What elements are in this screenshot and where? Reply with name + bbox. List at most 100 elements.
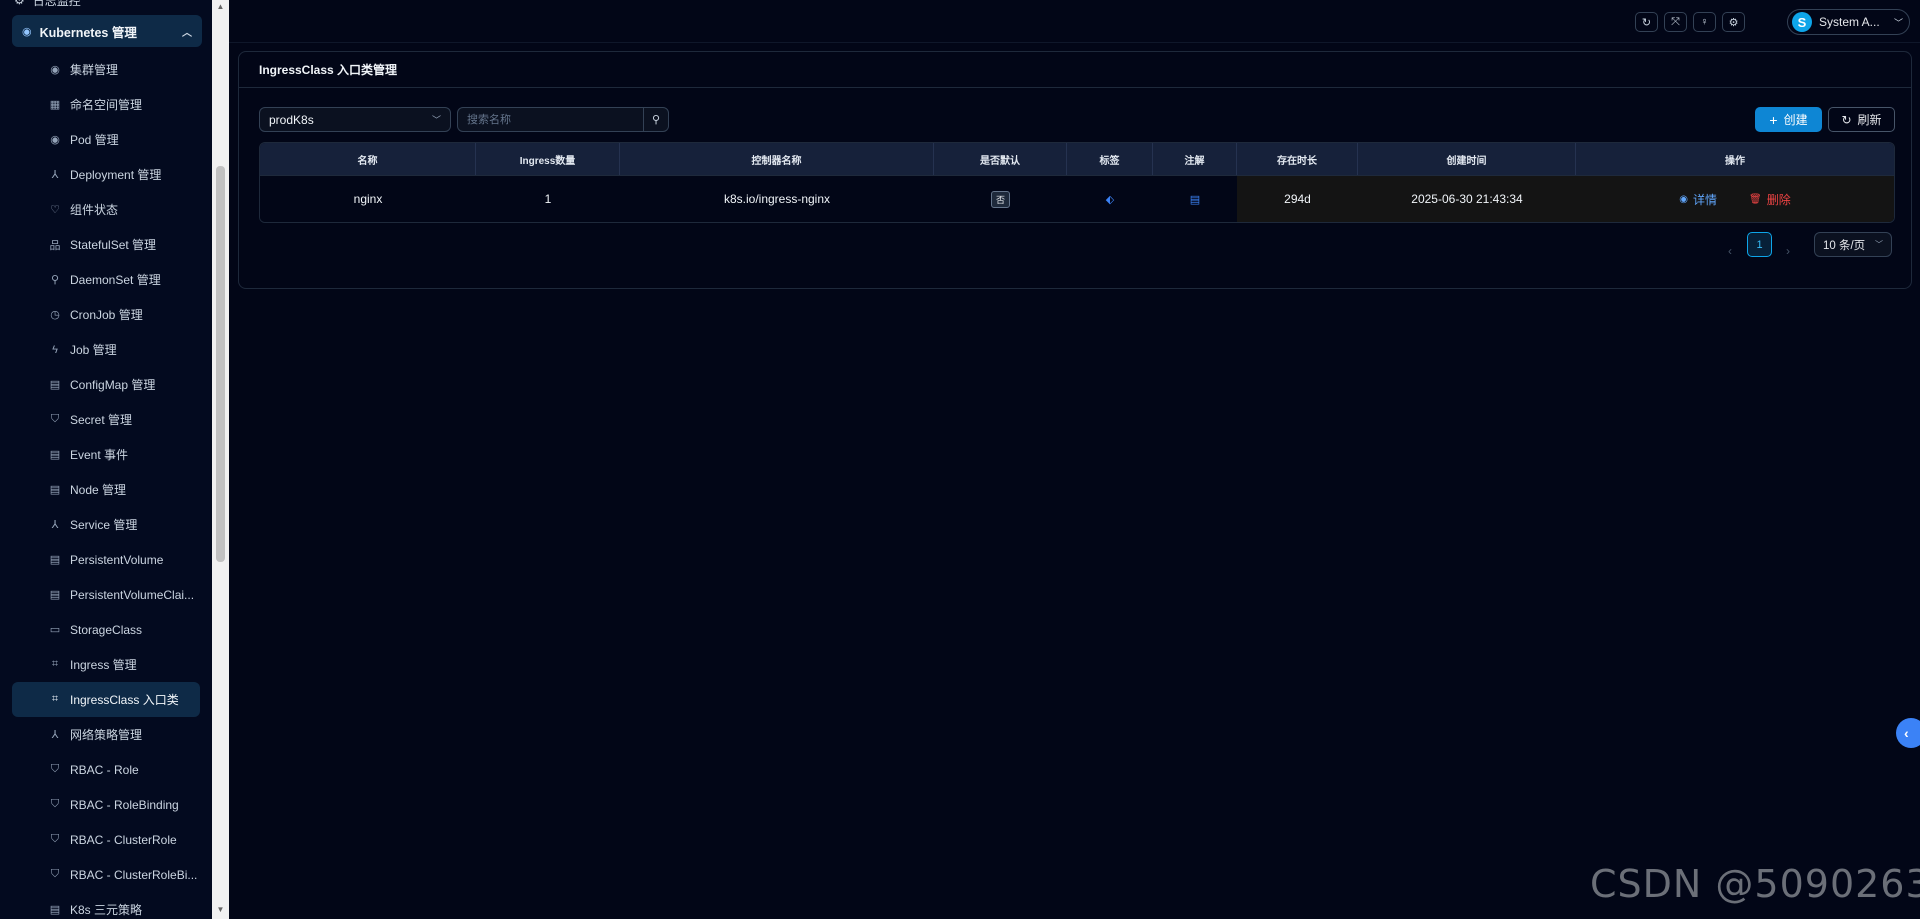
scroll-down-arrow-icon[interactable]: ▼ bbox=[216, 905, 225, 914]
page-number[interactable]: 1 bbox=[1747, 232, 1772, 257]
policy-icon: ▤ bbox=[49, 904, 61, 916]
sidebar-item-namespace[interactable]: ▦ 命名空间管理 bbox=[12, 87, 200, 122]
sidebar-item-secret[interactable]: ⛉ Secret 管理 bbox=[12, 402, 200, 437]
node-icon: ▤ bbox=[49, 484, 61, 496]
shield-icon: ⛉ bbox=[50, 868, 60, 880]
search-box: ⚲ bbox=[457, 107, 669, 132]
detail-label: 详情 bbox=[1693, 192, 1718, 207]
fullscreen-icon[interactable]: ⤧ bbox=[1664, 12, 1687, 32]
column-header[interactable]: 注解 bbox=[1153, 143, 1237, 175]
refresh-label: 刷新 bbox=[1857, 113, 1882, 127]
watermark: CSDN @50902636 bbox=[1590, 862, 1920, 906]
sidebar-item-ingress[interactable]: ⌗ Ingress 管理 bbox=[12, 647, 200, 682]
cluster-select[interactable]: prodK8s ﹀ bbox=[259, 107, 451, 132]
sidebar-scrollbar[interactable]: ▲ ▼ bbox=[212, 0, 229, 919]
sidebar-item-partial[interactable]: ⚙ 日志监控 bbox=[14, 0, 81, 8]
document-icon[interactable]: ▤ bbox=[1190, 193, 1200, 206]
sidebar-item-rbac-rolebinding[interactable]: ⛉ RBAC - RoleBinding bbox=[12, 787, 200, 822]
search-icon[interactable]: ⚲ bbox=[643, 108, 668, 131]
sidebar-item-component-status[interactable]: ♡ 组件状态 bbox=[12, 192, 200, 227]
cell-labels: ⬖ bbox=[1067, 176, 1153, 222]
sidebar-group-label: Kubernetes 管理 bbox=[39, 25, 137, 40]
sidebar-item-job[interactable]: ϟ Job 管理 bbox=[12, 332, 200, 367]
create-button[interactable]: + 创建 bbox=[1755, 107, 1822, 132]
sidebar-item-event[interactable]: ▤ Event 事件 bbox=[12, 437, 200, 472]
sidebar-item-cronjob[interactable]: ◷ CronJob 管理 bbox=[12, 297, 200, 332]
sidebar-item-label: RBAC - ClusterRole bbox=[70, 832, 177, 847]
default-badge: 否 bbox=[990, 190, 1010, 208]
next-page-icon[interactable]: › bbox=[1780, 241, 1796, 261]
page-size-select[interactable]: 10 条/页 ﹀ bbox=[1814, 232, 1892, 257]
column-header[interactable]: 名称 bbox=[260, 143, 476, 175]
scrollbar-thumb[interactable] bbox=[216, 166, 225, 562]
ingressclass-card: IngressClass 入口类管理 prodK8s ﹀ ⚲ + 创建 ↻ 刷新… bbox=[238, 51, 1912, 289]
table-header: 名称 Ingress数量 控制器名称 是否默认 标签 注解 存在时长 创建时间 … bbox=[260, 143, 1894, 175]
user-menu[interactable]: S System A... ﹀ bbox=[1787, 9, 1910, 35]
sidebar-item-rbac-role[interactable]: ⛉ RBAC - Role bbox=[12, 752, 200, 787]
search-input[interactable] bbox=[458, 108, 643, 131]
sidebar-item-rbac-clusterrole[interactable]: ⛉ RBAC - ClusterRole bbox=[12, 822, 200, 857]
collapse-panel-button[interactable]: ‹ bbox=[1896, 718, 1920, 748]
sidebar-item-node[interactable]: ▤ Node 管理 bbox=[12, 472, 200, 507]
sidebar-item-label: DaemonSet 管理 bbox=[70, 273, 161, 287]
chevron-down-icon: ﹀ bbox=[1893, 17, 1903, 28]
column-header[interactable]: 是否默认 bbox=[934, 143, 1067, 175]
column-header[interactable]: Ingress数量 bbox=[476, 143, 620, 175]
tag-icon[interactable]: ⬖ bbox=[1106, 193, 1114, 206]
monitor-icon: ⚙ bbox=[14, 0, 25, 7]
sidebar-item-cluster[interactable]: ◉ 集群管理 bbox=[12, 52, 200, 87]
network-icon: ⅄ bbox=[51, 729, 59, 741]
sidebar-item-label: RBAC - ClusterRoleBi... bbox=[70, 867, 198, 882]
chevron-left-icon: ‹ bbox=[1904, 725, 1909, 741]
prev-page-icon[interactable]: ‹ bbox=[1722, 241, 1738, 261]
delete-label: 删除 bbox=[1766, 192, 1791, 207]
bulb-icon[interactable]: ♀ bbox=[1693, 12, 1716, 32]
refresh-icon[interactable]: ↻ bbox=[1635, 12, 1658, 32]
sidebar-item-networkpolicy[interactable]: ⅄ 网络策略管理 bbox=[12, 717, 200, 752]
sidebar-item-persistentvolumeclaim[interactable]: ▤ PersistentVolumeClai... bbox=[12, 577, 200, 612]
volume-claim-icon: ▤ bbox=[49, 589, 61, 601]
file-icon: ▤ bbox=[49, 379, 61, 391]
sidebar-item-k8s-policy[interactable]: ▤ K8s 三元策略 bbox=[12, 892, 200, 919]
sidebar-item-pod[interactable]: ◉ Pod 管理 bbox=[12, 122, 200, 157]
column-header[interactable]: 标签 bbox=[1067, 143, 1153, 175]
sidebar-item-rbac-clusterrolebinding[interactable]: ⛉ RBAC - ClusterRoleBi... bbox=[12, 857, 200, 892]
settings-icon[interactable]: ⚙ bbox=[1722, 12, 1745, 32]
lightning-icon: ϟ bbox=[52, 343, 58, 356]
detail-button[interactable]: ◉ 详情 bbox=[1679, 191, 1717, 208]
column-header[interactable]: 创建时间 bbox=[1358, 143, 1576, 175]
sidebar-group-kubernetes[interactable]: ◉ Kubernetes 管理 ︿ bbox=[12, 15, 202, 47]
sidebar-item-ingressclass[interactable]: ⌗ IngressClass 入口类 bbox=[12, 682, 200, 717]
sidebar-item-label: 集群管理 bbox=[70, 63, 119, 77]
sidebar-item-daemonset[interactable]: ⚲ DaemonSet 管理 bbox=[12, 262, 200, 297]
sidebar-item-storageclass[interactable]: ▭ StorageClass bbox=[12, 612, 200, 647]
sidebar-item-label: 日志监控 bbox=[32, 0, 81, 8]
sidebar-item-service[interactable]: ⅄ Service 管理 bbox=[12, 507, 200, 542]
refresh-button[interactable]: ↻ 刷新 bbox=[1828, 107, 1895, 132]
deployment-icon: ⅄ bbox=[51, 169, 59, 181]
ingress-icon: ⌗ bbox=[51, 658, 59, 670]
cell-ingress-count: 1 bbox=[544, 192, 552, 206]
sidebar-item-configmap[interactable]: ▤ ConfigMap 管理 bbox=[12, 367, 200, 402]
sidebar-item-label: K8s 三元策略 bbox=[70, 903, 143, 917]
shield-icon: ⛉ bbox=[50, 763, 60, 775]
network-icon: ⅄ bbox=[51, 519, 59, 531]
shield-icon: ⛉ bbox=[50, 798, 60, 810]
sidebar-item-statefulset[interactable]: 品 StatefulSet 管理 bbox=[12, 227, 200, 262]
sidebar-item-persistentvolume[interactable]: ▤ PersistentVolume bbox=[12, 542, 200, 577]
sidebar-item-deployment[interactable]: ⅄ Deployment 管理 bbox=[12, 157, 200, 192]
eye-icon: ◉ bbox=[1679, 193, 1688, 205]
cell-is-default: 否 bbox=[934, 176, 1067, 222]
sidebar-item-label: RBAC - Role bbox=[70, 762, 139, 777]
sidebar-menu: ◉ 集群管理 ▦ 命名空间管理 ◉ Pod 管理 ⅄ Deployment 管理 ♡ 组件… bbox=[0, 52, 212, 919]
page-title: IngressClass 入口类管理 bbox=[239, 52, 1911, 88]
column-header[interactable]: 存在时长 bbox=[1237, 143, 1358, 175]
scroll-up-arrow-icon[interactable]: ▲ bbox=[216, 2, 225, 11]
chevron-up-icon[interactable]: ︿ bbox=[182, 24, 192, 39]
column-header[interactable]: 控制器名称 bbox=[620, 143, 934, 175]
ingress-icon: ⌗ bbox=[51, 693, 59, 705]
shield-icon: ⛉ bbox=[50, 833, 60, 845]
sidebar-item-label: ConfigMap 管理 bbox=[70, 378, 156, 392]
delete-button[interactable]: 🗑 删除 bbox=[1749, 191, 1791, 208]
chevron-down-icon: ﹀ bbox=[1875, 240, 1883, 249]
